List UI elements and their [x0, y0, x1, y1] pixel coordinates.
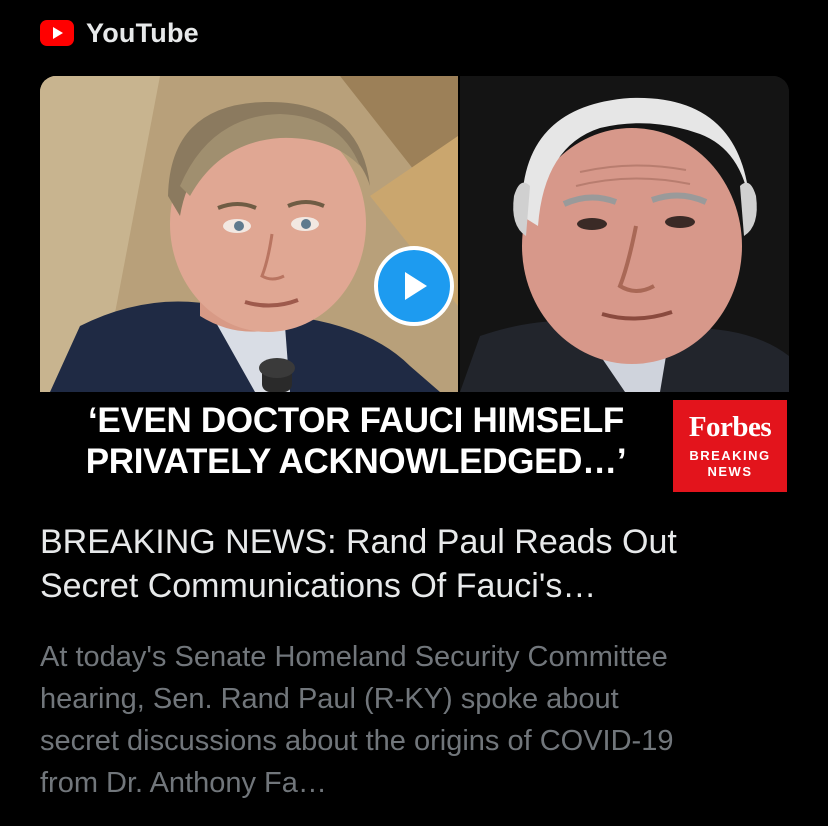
card-title-line: BREAKING NEWS: Rand Paul Reads Out — [40, 523, 677, 561]
thumbnail-photo-left — [40, 76, 458, 392]
forbes-logo: Forbes — [688, 411, 772, 443]
thumbnail-headline-line: ‘EVEN DOCTOR FAUCI HIMSELF — [87, 401, 625, 440]
thumbnail-photo-right — [460, 76, 789, 392]
card-description-line: hearing, Sen. Rand Paul (R-KY) spoke abo… — [40, 683, 619, 715]
card-title[interactable]: BREAKING NEWS: Rand Paul Reads Out Secre… — [40, 520, 800, 608]
card-title-line: Secret Communications Of Fauci's… — [40, 567, 597, 605]
badge-sub-line: NEWS — [707, 464, 753, 479]
source-name: YouTube — [86, 17, 199, 48]
card-description-line: secret discussions about the origins of … — [40, 725, 674, 757]
play-icon — [405, 272, 427, 300]
thumbnail-headline-line: PRIVATELY ACKNOWLEDGED…’ — [85, 442, 627, 481]
thumbnail-headline: ‘EVEN DOCTOR FAUCI HIMSELF PRIVATELY ACK… — [46, 400, 666, 482]
breaking-news-label: BREAKING NEWS — [673, 448, 787, 480]
badge-sub-line: BREAKING — [689, 448, 771, 463]
youtube-logo-icon — [40, 20, 74, 46]
link-card-page: YouTube ‘EVEN DOCTOR FAUCI HIMSELF PRIVA… — [0, 0, 828, 826]
forbes-breaking-news-badge: Forbes BREAKING NEWS — [673, 400, 787, 492]
card-description-line: At today's Senate Homeland Security Comm… — [40, 641, 668, 673]
card-source[interactable]: YouTube — [40, 16, 199, 50]
play-button[interactable] — [374, 246, 454, 326]
card-description[interactable]: At today's Senate Homeland Security Comm… — [40, 636, 810, 804]
thumbnail-banner: ‘EVEN DOCTOR FAUCI HIMSELF PRIVATELY ACK… — [40, 392, 789, 496]
video-thumbnail[interactable]: ‘EVEN DOCTOR FAUCI HIMSELF PRIVATELY ACK… — [40, 76, 789, 496]
card-description-line: from Dr. Anthony Fa… — [40, 767, 327, 799]
